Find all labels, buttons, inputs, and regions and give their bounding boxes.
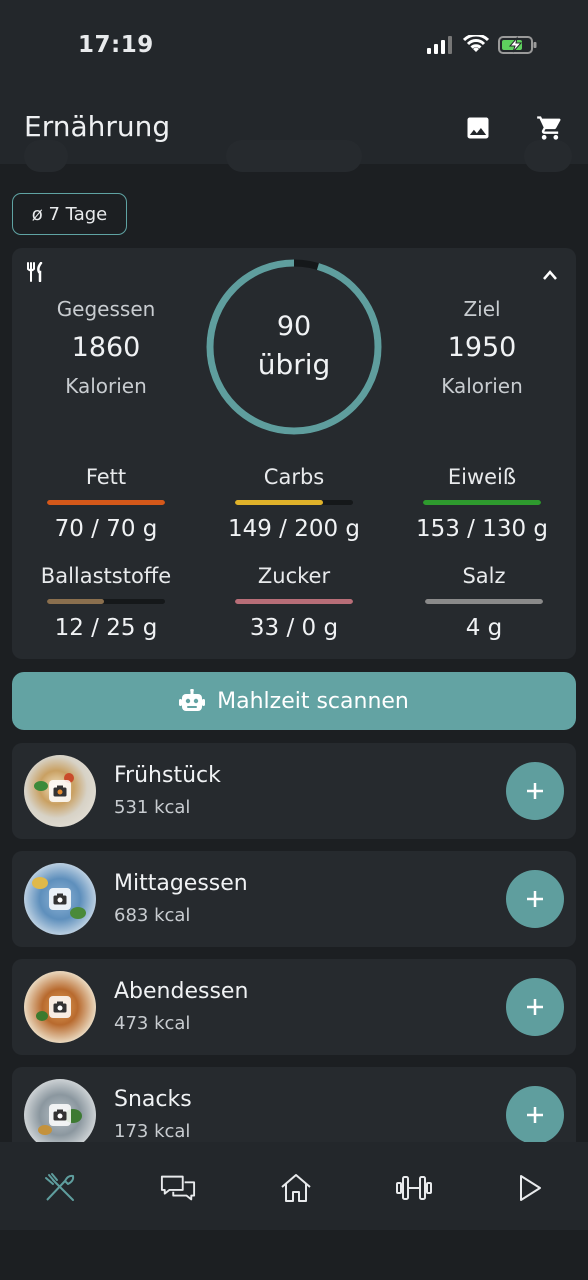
remaining-display: 90 übrig	[205, 258, 383, 436]
home-icon[interactable]	[278, 1172, 314, 1204]
remaining-value: 90	[276, 311, 312, 342]
eaten-stat: Gegessen 1860 Kalorien	[16, 297, 196, 398]
macro-salt: Salz 4 g	[389, 564, 579, 641]
home-indicator	[0, 1230, 588, 1280]
date-selector-center	[226, 140, 362, 172]
camera-icon	[49, 996, 71, 1018]
macro-fill	[235, 599, 353, 604]
macro-label: Zucker	[257, 564, 331, 588]
meal-card-snacks[interactable]: Snacks 173 kcal	[12, 1067, 576, 1142]
wifi-icon	[463, 35, 489, 52]
calorie-summary-card: Gegessen 1860 Kalorien 90 übrig Ziel 195…	[12, 248, 576, 659]
macro-bar	[235, 500, 353, 505]
meal-name: Mittagessen	[114, 871, 248, 896]
signal-icon	[427, 36, 452, 54]
battery-charging-icon	[498, 36, 537, 54]
macro-label: Ballaststoffe	[40, 564, 172, 588]
macro-value: 4 g	[465, 615, 503, 641]
play-icon[interactable]	[512, 1172, 548, 1204]
macro-value: 70 / 70 g	[54, 516, 158, 542]
eaten-value: 1860	[71, 332, 141, 363]
meal-name: Frühstück	[114, 763, 221, 788]
meal-name: Abendessen	[114, 979, 249, 1004]
macro-fill	[235, 500, 323, 505]
bottom-navigation	[0, 1142, 588, 1230]
meal-calories: 531 kcal	[114, 797, 191, 818]
nutrition-icon[interactable]	[42, 1172, 78, 1204]
camera-icon	[49, 888, 71, 910]
macro-protein: Eiweiß 153 / 130 g	[387, 465, 577, 542]
plus-icon	[527, 1107, 543, 1123]
macro-fill	[423, 500, 541, 505]
macro-fat: Fett 70 / 70 g	[11, 465, 201, 542]
add-dinner-button[interactable]	[506, 978, 564, 1036]
macro-fill	[47, 599, 104, 604]
macro-value: 33 / 0 g	[249, 615, 339, 641]
macro-fiber: Ballaststoffe 12 / 25 g	[11, 564, 201, 641]
macro-label: Carbs	[263, 465, 325, 489]
meal-name: Snacks	[114, 1087, 192, 1112]
meal-list: Frühstück 531 kcal Mittagessen 683 kcal …	[0, 740, 588, 1142]
macro-bar	[47, 599, 165, 604]
meal-calories: 473 kcal	[114, 1013, 191, 1034]
add-lunch-button[interactable]	[506, 870, 564, 928]
meal-photo	[24, 971, 96, 1043]
page-title: Ernährung	[24, 110, 171, 143]
eaten-unit: Kalorien	[65, 374, 147, 398]
date-selector-right	[524, 140, 572, 172]
status-time: 17:19	[78, 32, 154, 58]
meal-card-dinner[interactable]: Abendessen 473 kcal	[12, 959, 576, 1055]
scan-meal-label: Mahlzeit scannen	[217, 688, 409, 714]
meal-photo	[24, 863, 96, 935]
macro-label: Salz	[462, 564, 506, 588]
image-icon[interactable]	[464, 114, 492, 142]
seven-day-average-chip[interactable]: ø 7 Tage	[12, 193, 127, 235]
camera-icon	[49, 1104, 71, 1126]
macro-label: Eiweiß	[447, 465, 517, 489]
remaining-label: übrig	[257, 348, 331, 381]
meal-calories: 683 kcal	[114, 905, 191, 926]
macro-value: 153 / 130 g	[415, 516, 549, 542]
plus-icon	[527, 891, 543, 907]
meal-calories: 173 kcal	[114, 1121, 191, 1142]
eaten-label: Gegessen	[56, 297, 156, 321]
macro-carbs: Carbs 149 / 200 g	[199, 465, 389, 542]
meal-card-breakfast[interactable]: Frühstück 531 kcal	[12, 743, 576, 839]
plus-icon	[527, 999, 543, 1015]
macro-value: 12 / 25 g	[54, 615, 158, 641]
cart-icon[interactable]	[536, 114, 564, 142]
add-breakfast-button[interactable]	[506, 762, 564, 820]
chevron-up-icon[interactable]	[542, 266, 558, 285]
goal-label: Ziel	[463, 297, 501, 321]
status-bar: 17:19	[0, 0, 588, 96]
macro-bar	[47, 500, 165, 505]
chat-icon[interactable]	[160, 1172, 196, 1204]
plus-icon	[527, 783, 543, 799]
date-selector-left	[24, 140, 68, 172]
camera-icon	[49, 780, 71, 802]
add-snacks-button[interactable]	[506, 1086, 564, 1142]
macro-sugar: Zucker 33 / 0 g	[199, 564, 389, 641]
meal-photo	[24, 1079, 96, 1142]
macro-bar	[235, 599, 353, 604]
status-icons	[426, 35, 538, 55]
meal-photo	[24, 755, 96, 827]
goal-value: 1950	[447, 332, 517, 363]
macro-label: Fett	[85, 465, 127, 489]
workout-icon[interactable]	[396, 1172, 432, 1204]
robot-icon	[179, 689, 206, 711]
macro-fill	[47, 500, 165, 505]
goal-stat: Ziel 1950 Kalorien	[392, 297, 572, 398]
goal-unit: Kalorien	[441, 374, 523, 398]
macro-value: 149 / 200 g	[227, 516, 361, 542]
meal-card-lunch[interactable]: Mittagessen 683 kcal	[12, 851, 576, 947]
cutlery-icon	[26, 261, 46, 286]
macro-bar	[425, 599, 543, 604]
macro-bar	[423, 500, 541, 505]
macro-fill	[425, 599, 543, 604]
scan-meal-button[interactable]: Mahlzeit scannen	[12, 672, 576, 730]
